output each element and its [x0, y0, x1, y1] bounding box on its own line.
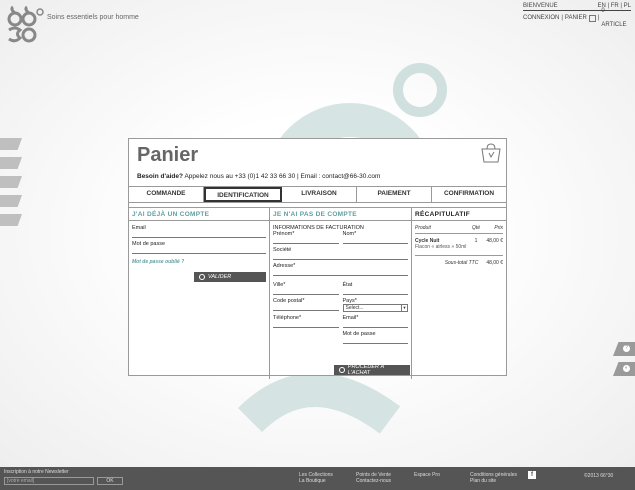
chevron-down-icon: ▼ [401, 305, 407, 311]
login-link[interactable]: CONNEXION [523, 11, 559, 25]
top-account-bar: BIENVENUE EN | FR | PL CONNEXION | PANIE… [523, 2, 631, 28]
validate-button[interactable]: VALIDER [194, 272, 266, 282]
forgot-password-link[interactable]: Mot de passe oublié ? [132, 259, 266, 265]
step-identification[interactable]: IDENTIFICATION [204, 187, 282, 202]
col-price: Prix [494, 225, 503, 231]
newsletter-label: Inscription à notre Newsletter [4, 469, 69, 475]
help-label: Besoin d'aide? [137, 173, 183, 180]
footer-link-contact[interactable]: Contactez-nous [356, 478, 391, 484]
col-product: Produit [415, 225, 431, 231]
step-paiement[interactable]: PAIEMENT [357, 187, 432, 202]
proceed-purchase-button[interactable]: PROCÉDER À L'ACHAT [334, 364, 410, 376]
new-password-field[interactable] [342, 337, 408, 344]
circle-icon [199, 274, 205, 280]
login-password-field[interactable] [132, 247, 266, 254]
step-livraison[interactable]: LIVRAISON [282, 187, 357, 202]
country-select[interactable]: Select... ▼ [342, 304, 408, 312]
subtotal-row: Sous-total TTC 48,00 € [415, 260, 503, 266]
cart-link[interactable]: PANIER [565, 11, 587, 25]
cart-bag-icon[interactable] [588, 14, 596, 22]
lastname-field[interactable] [342, 237, 408, 244]
company-field[interactable] [273, 253, 408, 260]
phone-field[interactable] [273, 321, 339, 328]
new-account-section: JE N'AI PAS DE COMPTE INFORMATIONS DE FA… [270, 208, 412, 379]
city-field[interactable] [273, 288, 339, 295]
brand-logo[interactable] [6, 6, 46, 44]
footer-link-boutique[interactable]: La Boutique [299, 478, 333, 484]
side-tab-5[interactable] [0, 214, 22, 226]
brand-tagline: Soins essentiels pour homme [47, 14, 139, 21]
footer-link-plan[interactable]: Plan du site [470, 478, 517, 484]
item-description: Flacon « airless » 50ml [415, 244, 467, 250]
summary-heading: RÉCAPITULATIF [412, 211, 506, 221]
welcome-text: BIENVENUE [523, 3, 558, 9]
step-confirmation[interactable]: CONFIRMATION [432, 187, 506, 202]
footer-links-2: Points de Vente Contactez-nous [356, 472, 391, 484]
page-title: Panier [137, 144, 199, 166]
subtotal-value: 48,00 € [486, 260, 503, 266]
copyright: ©2013 66°30 [584, 473, 614, 479]
subtotal-label: Sous-total TTC [444, 260, 479, 266]
footer-links-3: Espace Pro [414, 472, 440, 478]
facebook-icon[interactable]: f [528, 471, 536, 479]
state-field[interactable] [342, 288, 408, 295]
proceed-label: PROCÉDER À L'ACHAT [347, 364, 385, 376]
help-contact: Appelez nous au +33 (0)1 42 33 66 30 | E… [184, 173, 381, 180]
col-qty: Qté [471, 225, 481, 231]
footer-links-4: Conditions générales Plan du site [470, 472, 517, 484]
firstname-field[interactable] [273, 237, 339, 244]
newsletter: Inscription à notre Newsletter [votre em… [4, 469, 123, 485]
footer-link-espace-pro[interactable]: Espace Pro [414, 472, 440, 478]
footer-links-1: Les Collections La Boutique [299, 472, 333, 484]
shopping-bag-icon [481, 143, 501, 163]
side-tab-1[interactable] [0, 138, 22, 150]
checkout-steps: COMMANDE IDENTIFICATION LIVRAISON PAIEME… [129, 187, 506, 203]
order-summary: RÉCAPITULATIF Produit Qté Prix Cycle Nui… [412, 208, 506, 379]
address-field[interactable] [273, 269, 408, 276]
left-side-tabs [0, 138, 22, 233]
newsletter-ok-button[interactable]: OK [97, 477, 123, 485]
new-account-heading: JE N'AI PAS DE COMPTE [270, 211, 411, 221]
new-email-field[interactable] [342, 321, 408, 328]
summary-item-row: Cycle Nuit Flacon « airless » 50ml 1 48,… [415, 238, 503, 256]
footer: Inscription à notre Newsletter [votre em… [0, 467, 635, 490]
globe-icon[interactable]: ◐ [613, 362, 635, 376]
cart-panel: Panier Besoin d'aide? Appelez nous au +3… [128, 138, 507, 379]
country-select-value: Select... [345, 305, 364, 311]
login-email-field[interactable] [132, 231, 266, 238]
cart-count[interactable]: 0 ARTICLE [601, 4, 631, 32]
existing-account-heading: J'AI DÉJÀ UN COMPTE [129, 211, 269, 221]
postcode-field[interactable] [273, 304, 339, 311]
validate-label: VALIDER [208, 274, 232, 280]
right-side-icons: ? ◐ [613, 342, 635, 382]
side-tab-2[interactable] [0, 157, 22, 169]
newsletter-email-input[interactable]: [votre email] [4, 477, 94, 485]
step-commande[interactable]: COMMANDE [129, 187, 204, 202]
side-tab-3[interactable] [0, 176, 22, 188]
help-icon[interactable]: ? [613, 342, 635, 356]
item-price: 48,00 € [486, 238, 503, 244]
circle-icon [339, 367, 345, 373]
item-qty: 1 [474, 238, 478, 244]
help-line: Besoin d'aide? Appelez nous au +33 (0)1 … [137, 173, 380, 180]
existing-account-section: J'AI DÉJÀ UN COMPTE Email Mot de passe M… [129, 208, 270, 379]
side-tab-4[interactable] [0, 195, 22, 207]
